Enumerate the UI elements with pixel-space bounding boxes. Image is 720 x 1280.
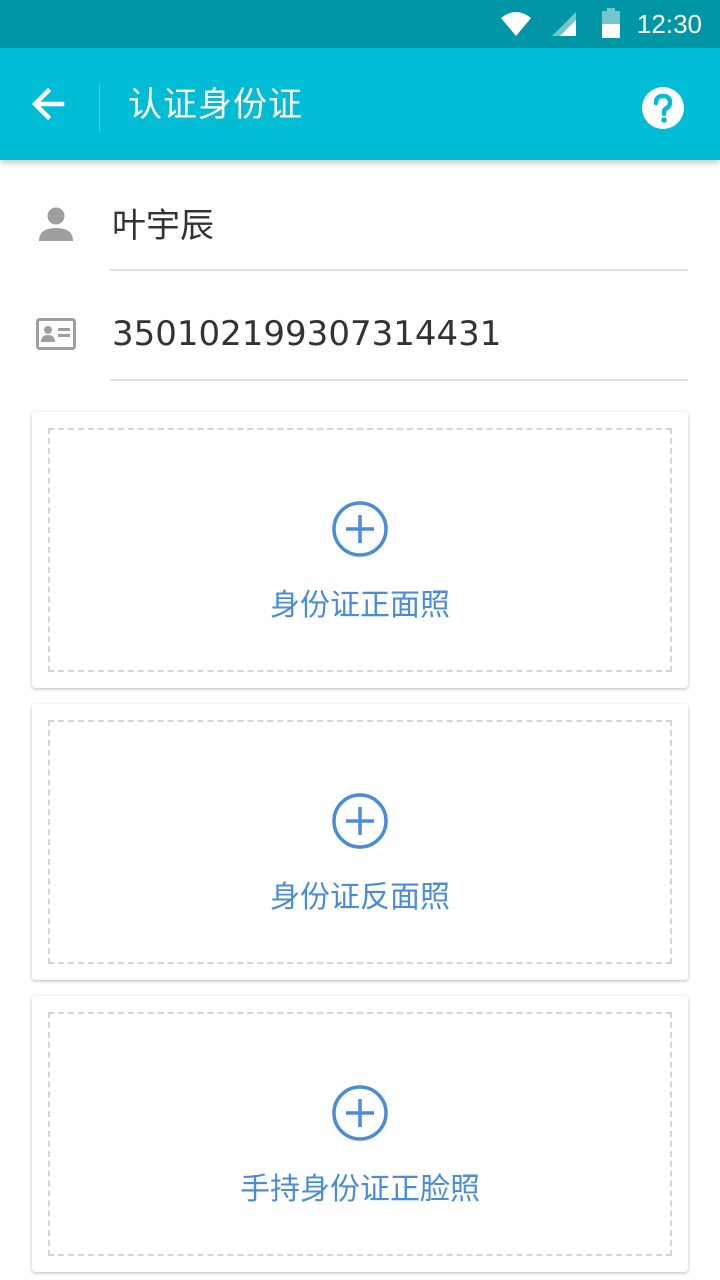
add-circle-icon xyxy=(332,793,388,849)
battery-icon xyxy=(602,8,620,38)
person-icon xyxy=(39,207,73,241)
id-number-underline xyxy=(110,379,688,381)
help-circle-icon xyxy=(642,87,684,129)
add-circle-icon xyxy=(332,1085,388,1141)
upload-label-handheld: 手持身份证正脸照 xyxy=(240,1172,480,1207)
back-button[interactable] xyxy=(22,78,74,130)
id-number-value[interactable]: 350102199307314431 xyxy=(112,312,501,356)
id-number-field: 350102199307314431 xyxy=(0,282,720,392)
add-circle-icon xyxy=(332,501,388,557)
id-card-icon xyxy=(36,318,76,350)
app-bar: 认证身份证 xyxy=(0,48,720,160)
app-bar-divider xyxy=(99,84,100,132)
upload-label-back: 身份证反面照 xyxy=(270,880,450,915)
upload-label-front: 身份证正面照 xyxy=(270,588,450,623)
upload-card-front[interactable]: 身份证正面照 xyxy=(32,412,688,688)
wifi-icon xyxy=(501,12,531,36)
name-value[interactable]: 叶宇辰 xyxy=(112,204,214,248)
upload-card-back[interactable]: 身份证反面照 xyxy=(32,704,688,980)
name-field: 叶宇辰 xyxy=(0,172,720,282)
signal-icon xyxy=(552,12,576,36)
help-button[interactable] xyxy=(641,86,685,134)
arrow-left-icon xyxy=(31,87,65,121)
status-time: 12:30 xyxy=(636,9,702,39)
upload-card-handheld[interactable]: 手持身份证正脸照 xyxy=(32,996,688,1272)
name-underline xyxy=(110,269,688,271)
page-title: 认证身份证 xyxy=(128,85,303,125)
status-bar: 12:30 xyxy=(0,0,720,48)
